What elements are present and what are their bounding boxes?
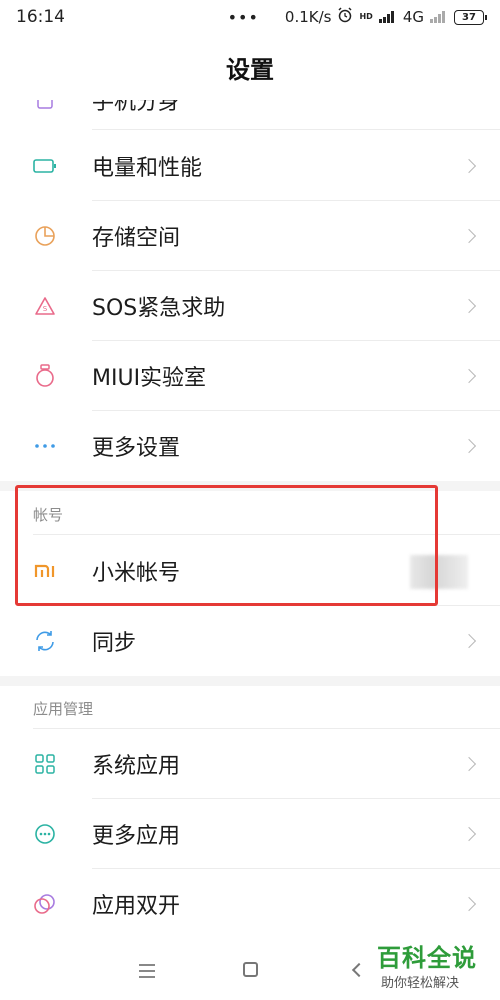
settings-item-label: 存储空间 bbox=[92, 226, 181, 251]
grid-apps-icon bbox=[33, 752, 57, 776]
chevron-right-icon bbox=[461, 368, 477, 384]
chevron-right-icon bbox=[461, 438, 477, 454]
settings-item-label: 更多应用 bbox=[92, 824, 181, 849]
settings-item-label: 电量和性能 bbox=[92, 156, 203, 181]
divider bbox=[92, 129, 500, 130]
home-icon[interactable] bbox=[243, 962, 258, 977]
settings-item-system-apps[interactable]: 系统应用 bbox=[0, 729, 500, 799]
battery-level: 37 bbox=[454, 9, 487, 25]
chevron-right-icon bbox=[461, 826, 477, 842]
chevron-right-icon bbox=[461, 633, 477, 649]
settings-item-more-apps[interactable]: 更多应用 bbox=[0, 799, 500, 869]
settings-item-label: MIUI实验室 bbox=[92, 366, 207, 391]
settings-item-miui-lab[interactable]: MIUI实验室 bbox=[0, 341, 500, 411]
svg-text:S: S bbox=[43, 305, 48, 313]
settings-item-label: 更多设置 bbox=[92, 436, 181, 461]
settings-item-sos[interactable]: S SOS紧急求助 bbox=[0, 271, 500, 341]
signal-icon bbox=[378, 11, 397, 23]
dual-apps-icon bbox=[33, 892, 57, 916]
section-divider bbox=[0, 676, 500, 686]
watermark-title: 百科全说 bbox=[377, 944, 477, 972]
watermark: 百科全说 助你轻松解决 bbox=[375, 938, 495, 994]
status-icons: ••• 0.1K/s HD 4G 37 bbox=[227, 7, 487, 27]
sync-icon bbox=[33, 629, 57, 653]
lab-flask-icon bbox=[33, 364, 57, 388]
status-time: 16:14 bbox=[16, 7, 65, 27]
signal-secondary-icon bbox=[430, 11, 448, 23]
alarm-icon bbox=[337, 7, 353, 27]
watermark-subtitle: 助你轻松解决 bbox=[381, 976, 460, 991]
chevron-right-icon bbox=[461, 158, 477, 174]
settings-item-label: 同步 bbox=[92, 631, 137, 656]
dual-phone-icon bbox=[33, 100, 57, 110]
battery-icon bbox=[33, 154, 57, 178]
menu-icon[interactable] bbox=[139, 964, 155, 982]
chevron-right-icon bbox=[461, 756, 477, 772]
back-icon[interactable] bbox=[351, 962, 367, 978]
list-item-label: 手机分身 bbox=[92, 100, 181, 115]
net-speed: 0.1K/s bbox=[284, 8, 332, 26]
settings-item-more-settings[interactable]: 更多设置 bbox=[0, 411, 500, 481]
settings-item-sync[interactable]: 同步 bbox=[0, 606, 500, 676]
settings-item-dual-apps[interactable]: 应用双开 bbox=[0, 869, 500, 939]
network-type: 4G bbox=[402, 8, 424, 26]
sos-icon: S bbox=[33, 294, 57, 318]
page-title: 设置 bbox=[226, 55, 274, 84]
settings-item-label: SOS紧急求助 bbox=[92, 296, 226, 321]
more-notifications-icon: ••• bbox=[227, 7, 259, 27]
list-item-partial[interactable]: 手机分身 bbox=[0, 100, 500, 130]
more-apps-icon bbox=[33, 822, 57, 846]
status-bar: 16:14 ••• 0.1K/s HD 4G 37 bbox=[0, 0, 500, 34]
settings-item-battery[interactable]: 电量和性能 bbox=[0, 131, 500, 201]
settings-item-storage[interactable]: 存储空间 bbox=[0, 201, 500, 271]
hd-badge: HD bbox=[359, 12, 373, 21]
more-dots-icon bbox=[33, 434, 57, 458]
storage-pie-icon bbox=[33, 224, 57, 248]
settings-item-label: 系统应用 bbox=[92, 754, 181, 779]
chevron-right-icon bbox=[461, 298, 477, 314]
chevron-right-icon bbox=[461, 896, 477, 912]
settings-item-label: 应用双开 bbox=[92, 894, 181, 919]
section-header-apps: 应用管理 bbox=[33, 700, 94, 718]
chevron-right-icon bbox=[461, 228, 477, 244]
highlight-annotation bbox=[15, 485, 438, 606]
